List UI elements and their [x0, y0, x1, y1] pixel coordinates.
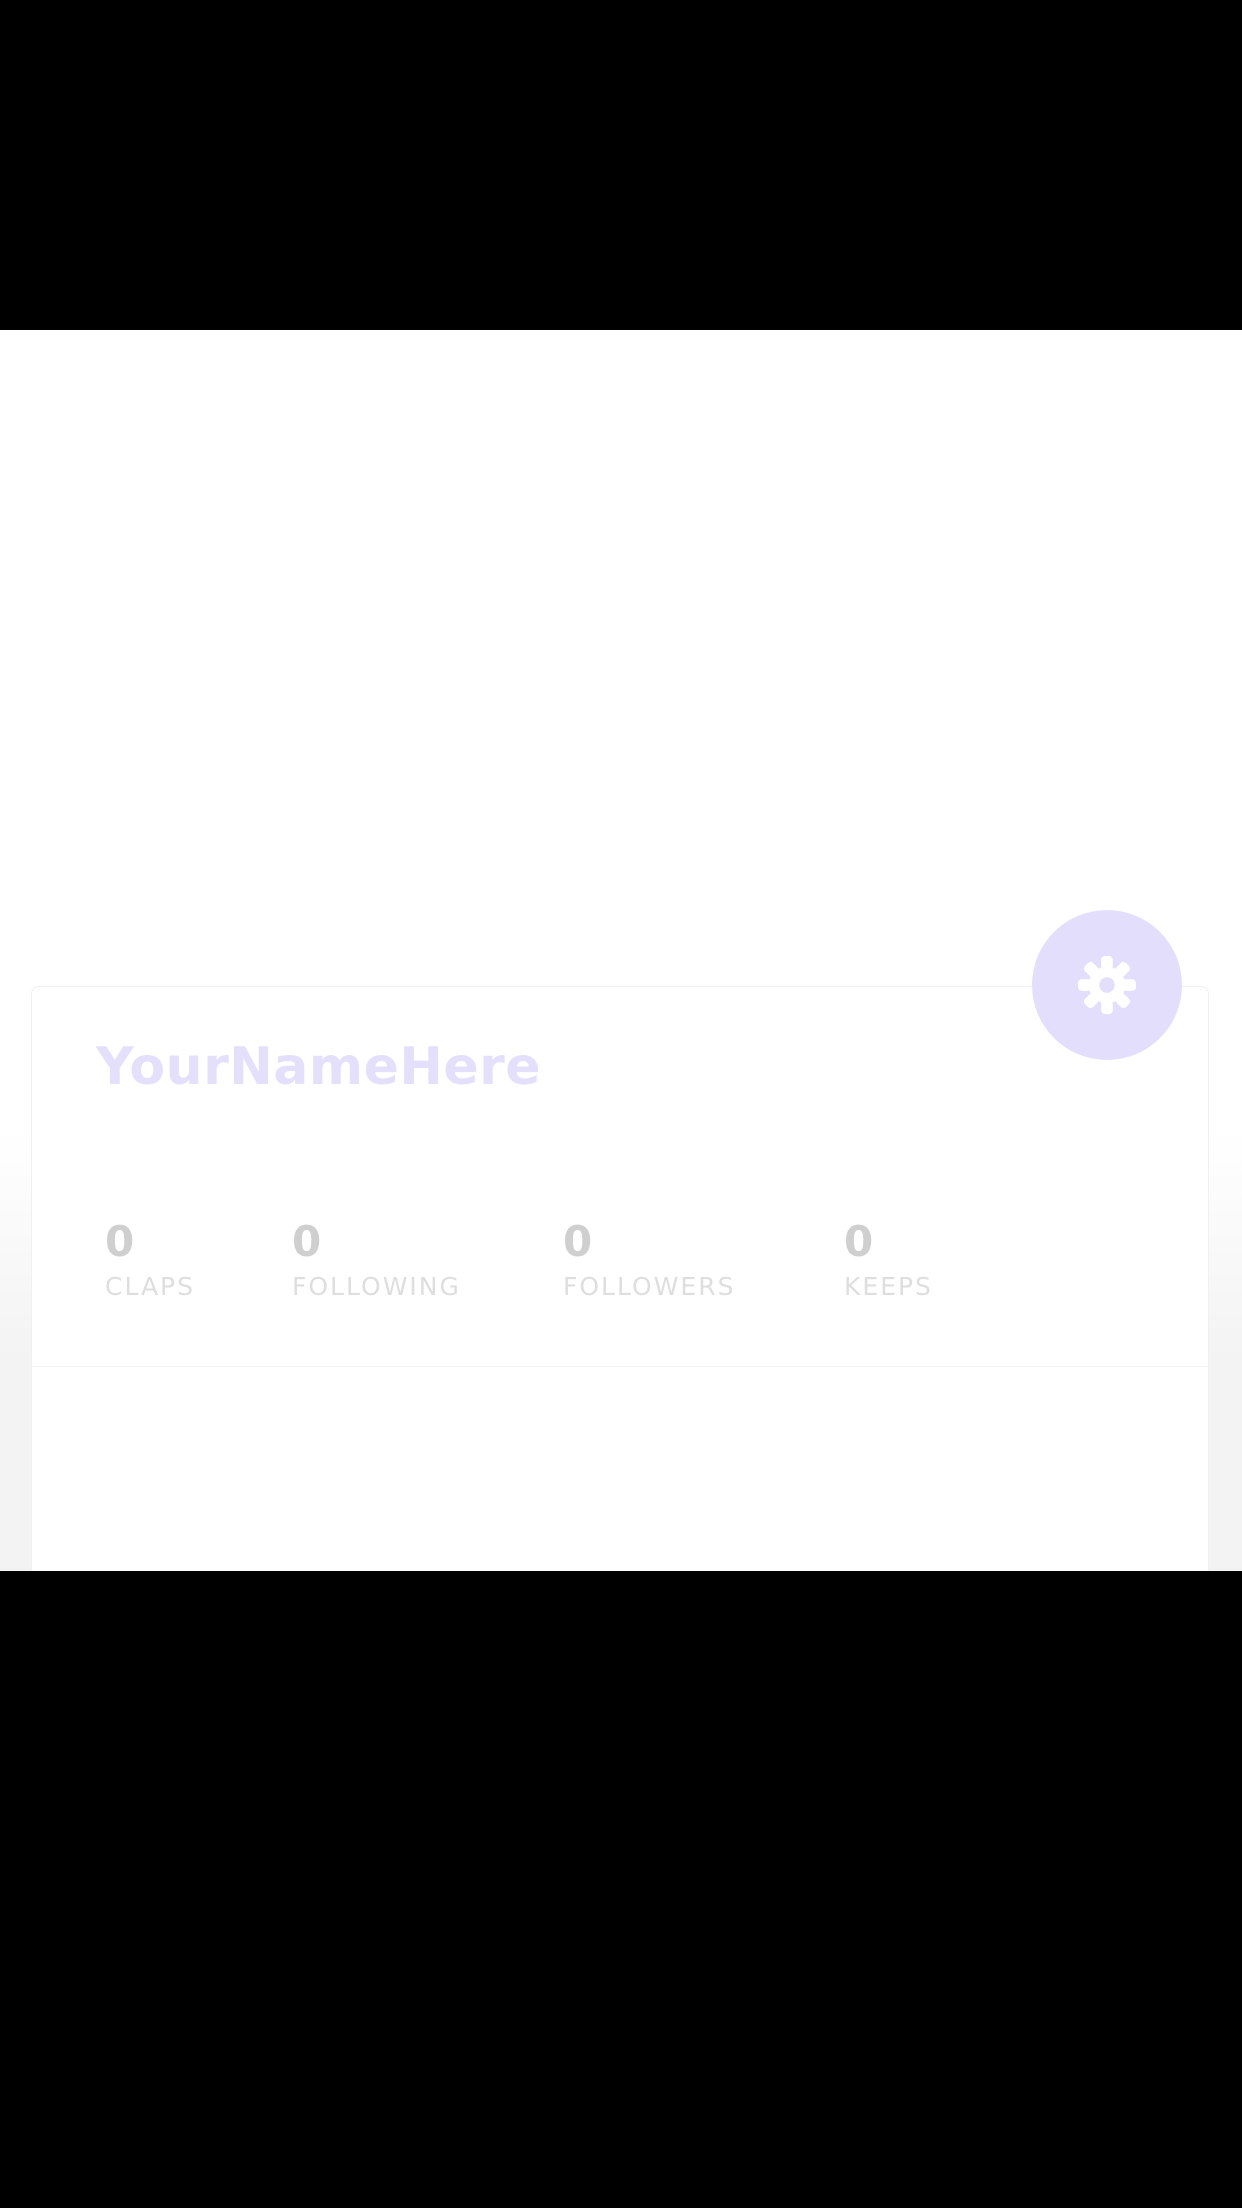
stat-followers[interactable]: 0 FOLLOWERS	[563, 1217, 735, 1303]
stat-followers-value: 0	[563, 1217, 593, 1266]
settings-button[interactable]	[1032, 910, 1182, 1060]
profile-name: YourNameHere	[96, 1037, 542, 1097]
stat-followers-label: FOLLOWERS	[563, 1272, 736, 1301]
stat-keeps-value: 0	[844, 1217, 874, 1266]
stat-following-value: 0	[292, 1217, 322, 1266]
letterbox-bottom	[0, 1571, 1242, 2208]
profile-screen: YourNameHere 0 CLAPS 0 FOLLOWING 0 FOLLO…	[0, 330, 1242, 1571]
card-divider	[32, 1366, 1208, 1367]
profile-card: YourNameHere 0 CLAPS 0 FOLLOWING 0 FOLLO…	[31, 986, 1209, 1571]
gear-icon	[1077, 955, 1137, 1015]
stat-keeps-label: KEEPS	[844, 1272, 933, 1301]
stat-following-label: FOLLOWING	[292, 1272, 461, 1301]
stat-keeps[interactable]: 0 KEEPS	[844, 1217, 933, 1303]
stat-claps-label: CLAPS	[105, 1272, 196, 1301]
letterbox-top	[0, 0, 1242, 330]
stat-following[interactable]: 0 FOLLOWING	[292, 1217, 461, 1303]
stat-claps[interactable]: 0 CLAPS	[105, 1217, 195, 1303]
stat-claps-value: 0	[105, 1217, 135, 1266]
